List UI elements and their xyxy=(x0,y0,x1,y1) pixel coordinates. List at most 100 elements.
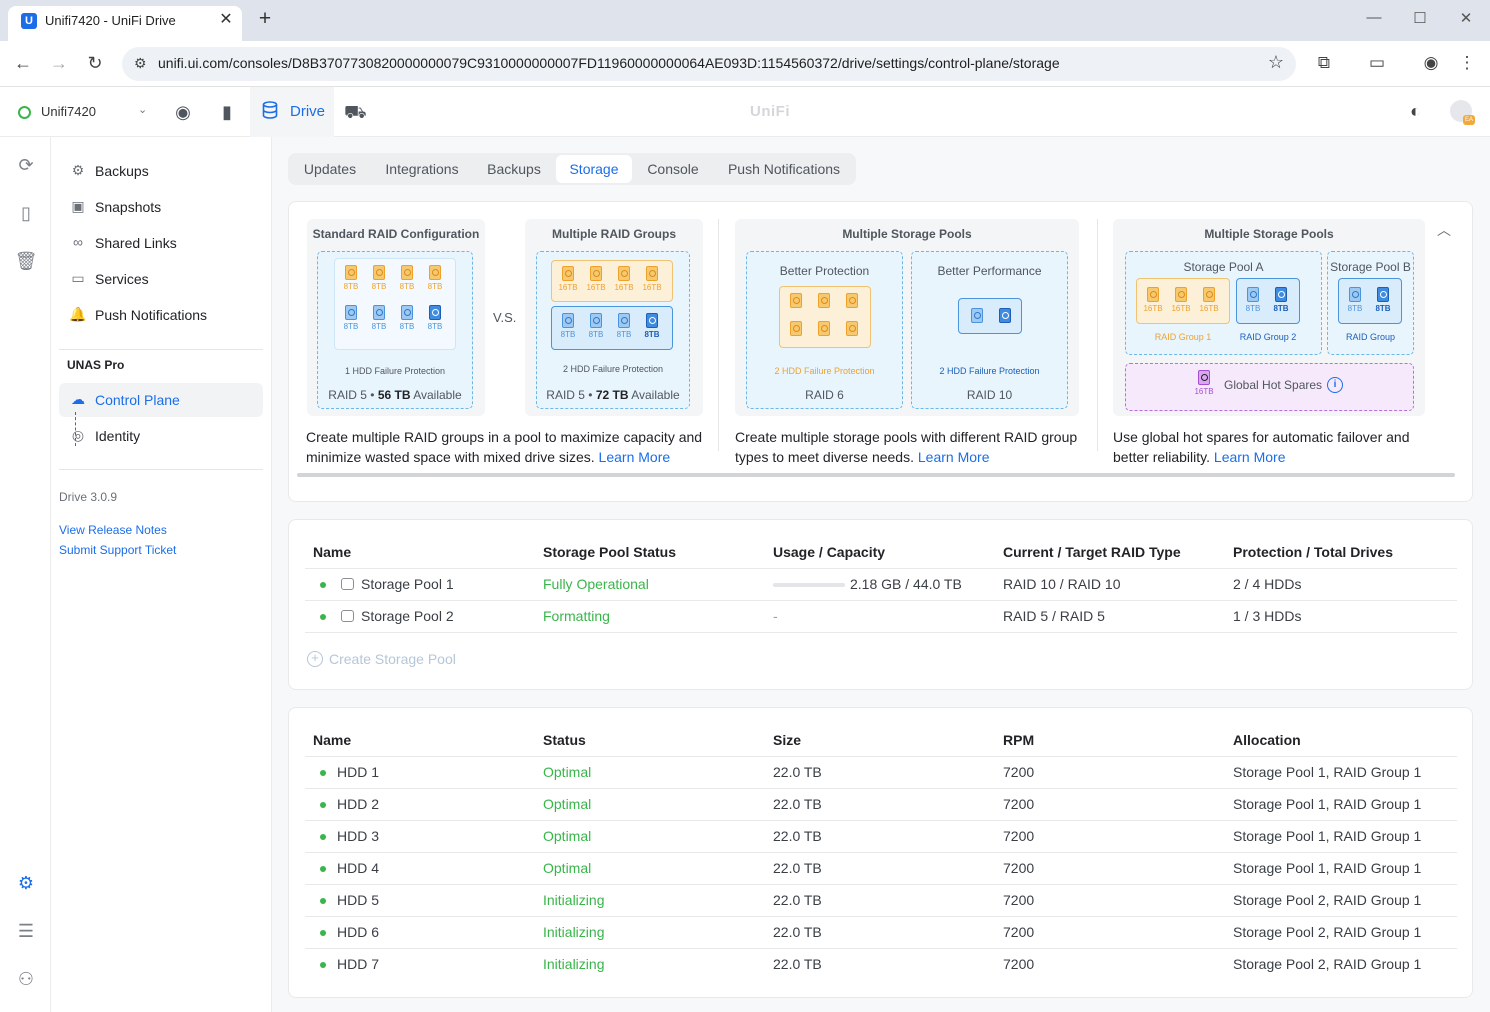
protect-app-icon[interactable]: ▮ xyxy=(216,101,238,123)
window-close-icon[interactable]: ✕ xyxy=(1454,9,1478,27)
browser-tab[interactable]: U Unifi7420 - UniFi Drive ✕ xyxy=(8,6,242,41)
hot-spare-hdd-icon: 16TB xyxy=(1194,370,1214,396)
table-row[interactable]: HDD 5 Initializing 22.0 TB 7200 Storage Pool… xyxy=(305,885,1457,916)
tab-storage[interactable]: Storage xyxy=(556,155,632,183)
table-row[interactable]: HDD 6 Initializing 22.0 TB 7200 Storage Pool… xyxy=(305,917,1457,948)
trash-icon[interactable]: 🗑 xyxy=(14,249,38,273)
new-tab-icon[interactable]: + xyxy=(255,8,275,30)
site-info-icon[interactable]: ⚙ xyxy=(134,55,147,72)
recent-icon[interactable]: ⟳ xyxy=(14,153,38,177)
raid-type: RAID 10 xyxy=(966,388,1013,402)
bookmark-star-icon[interactable]: ☆ xyxy=(1268,52,1284,73)
drive-rpm: 7200 xyxy=(1003,924,1035,940)
tab-console[interactable]: Console xyxy=(634,155,712,183)
column-header[interactable]: Allocation xyxy=(1233,732,1301,748)
settings-gear-icon[interactable]: ⚙ xyxy=(14,871,38,895)
column-header[interactable]: Current / Target RAID Type xyxy=(1003,544,1181,560)
drive-status: Initializing xyxy=(543,892,605,908)
tab-push-notifications[interactable]: Push Notifications xyxy=(714,155,854,183)
hdd-icon: 16TB xyxy=(1143,287,1163,313)
forward-icon[interactable]: → xyxy=(48,53,70,73)
column-header[interactable]: Name xyxy=(313,732,351,748)
hot-spares-panel: Multiple Storage Pools Storage Pool A 16… xyxy=(1113,219,1425,416)
chevron-down-icon[interactable]: ⌄ xyxy=(138,103,147,116)
sidebar-item-services[interactable]: ▭ Services xyxy=(59,262,263,296)
maximize-icon[interactable]: ☐ xyxy=(1408,9,1432,27)
failure-protection-caption: 2 HDD Failure Protection xyxy=(939,366,1040,376)
column-header[interactable]: Status xyxy=(543,732,586,748)
drive-size: 22.0 TB xyxy=(773,796,822,812)
performance-title: Better Performance xyxy=(937,264,1042,278)
sidebar-item-backups[interactable]: ⚙ Backups xyxy=(59,154,263,188)
sidebar-item-control-plane[interactable]: ☁ Control Plane xyxy=(59,383,263,417)
column-header[interactable]: RPM xyxy=(1003,732,1034,748)
minimize-icon[interactable]: — xyxy=(1362,9,1386,26)
drive-name: HDD 3 xyxy=(337,828,380,844)
theme-toggle-icon[interactable]: ◐ xyxy=(1410,101,1421,122)
logs-icon[interactable]: ☰ xyxy=(14,919,38,943)
support-ticket-link[interactable]: Submit Support Ticket xyxy=(59,543,176,557)
column-header[interactable]: Protection / Total Drives xyxy=(1233,544,1393,560)
url-field[interactable]: ⚙ unifi.ui.com/consoles/D8B3707730820000… xyxy=(122,47,1296,81)
tab-updates[interactable]: Updates xyxy=(290,155,370,183)
table-row[interactable]: HDD 1 Optimal 22.0 TB 7200 Storage Pool 1, R… xyxy=(305,757,1457,788)
pool-b-box: Storage Pool B 8TB 8TB RAID Group xyxy=(1327,251,1414,355)
console-selector[interactable]: Unifi7420 xyxy=(41,104,96,119)
drive-book-icon[interactable]: ▯ xyxy=(14,201,38,225)
horizontal-scrollbar[interactable] xyxy=(297,473,1455,477)
status-dot xyxy=(320,614,326,620)
row-divider xyxy=(305,632,1457,633)
hdd-parity-icon: 8TB xyxy=(1271,287,1291,313)
chevron-up-icon[interactable]: ︿ xyxy=(1437,220,1451,240)
hdd-parity-icon xyxy=(814,321,834,336)
menu-kebab-icon[interactable]: ⋮ xyxy=(1456,53,1478,73)
column-header[interactable]: Size xyxy=(773,732,801,748)
extensions-icon[interactable]: ⧉ xyxy=(1313,53,1335,73)
sidebar-item-push-notifications[interactable]: 🔔 Push Notifications xyxy=(59,298,263,332)
table-row[interactable]: HDD 7 Initializing 22.0 TB 7200 Storage Pool… xyxy=(305,949,1457,980)
sidebar-item-snapshots[interactable]: ▣ Snapshots xyxy=(59,190,263,224)
tab-integrations[interactable]: Integrations xyxy=(372,155,472,183)
create-storage-pool-button[interactable]: Create Storage Pool xyxy=(329,651,456,667)
drive-allocation: Storage Pool 1, RAID Group 1 xyxy=(1233,796,1422,812)
drive-app-tab[interactable]: Drive xyxy=(250,87,334,137)
table-row[interactable]: HDD 4 Optimal 22.0 TB 7200 Storage Pool 1, R… xyxy=(305,853,1457,884)
sidebar-item-label: Control Plane xyxy=(95,392,180,408)
release-notes-link[interactable]: View Release Notes xyxy=(59,523,167,537)
info-icon[interactable]: i xyxy=(1327,377,1343,393)
table-row[interactable]: Storage Pool 1 Fully Operational 2.18 GB… xyxy=(305,569,1457,600)
table-row[interactable]: HDD 3 Optimal 22.0 TB 7200 Storage Pool 1, R… xyxy=(305,821,1457,852)
users-icon[interactable]: ⚇ xyxy=(14,967,38,991)
column-header[interactable]: Name xyxy=(313,544,351,560)
car-gear-icon[interactable]: ⛟ xyxy=(344,101,367,123)
raid-group-label: RAID Group 1 xyxy=(1154,332,1212,342)
learn-more-link[interactable]: Learn More xyxy=(918,449,990,465)
table-row[interactable]: HDD 2 Optimal 22.0 TB 7200 Storage Pool 1, R… xyxy=(305,789,1457,820)
network-app-icon[interactable]: ◉ xyxy=(172,101,194,123)
back-icon[interactable]: ← xyxy=(12,53,34,73)
reload-icon[interactable]: ↻ xyxy=(84,53,106,73)
column-header[interactable]: Storage Pool Status xyxy=(543,544,676,560)
sidebar-item-identity[interactable]: ◎ Identity xyxy=(59,419,263,453)
standard-raid-panel: Standard RAID Configuration 8TB 8TB 8TB … xyxy=(307,219,485,416)
drive-allocation: Storage Pool 2, RAID Group 1 xyxy=(1233,924,1422,940)
sidebar-item-shared-links[interactable]: ∞ Shared Links xyxy=(59,226,263,260)
plus-circle-icon[interactable]: + xyxy=(307,651,323,667)
profile-icon[interactable]: ◉ xyxy=(1420,53,1442,73)
panel-title: Multiple RAID Groups xyxy=(552,227,676,241)
url-text: unifi.ui.com/consoles/D8B370773082000000… xyxy=(158,55,1060,71)
pool-name: Storage Pool 2 xyxy=(361,608,454,624)
tab-backups[interactable]: Backups xyxy=(474,155,554,183)
learn-more-link[interactable]: Learn More xyxy=(1214,449,1286,465)
table-row[interactable]: Storage Pool 2 Formatting - RAID 5 / RAI… xyxy=(305,601,1457,632)
status-dot xyxy=(320,962,326,968)
close-tab-icon[interactable]: ✕ xyxy=(216,9,236,29)
column-header[interactable]: Usage / Capacity xyxy=(773,544,885,560)
hdd-icon: 16TB xyxy=(1171,287,1191,313)
drive-name: HDD 4 xyxy=(337,860,380,876)
drives-card: Name Status Size RPM Allocation HDD 1 Opt… xyxy=(288,707,1473,998)
cast-icon[interactable]: ▭ xyxy=(1366,53,1388,73)
raid-group-box: 8TB 8TB xyxy=(1338,278,1402,324)
learn-more-link[interactable]: Learn More xyxy=(599,449,671,465)
hdd-icon xyxy=(814,293,834,308)
